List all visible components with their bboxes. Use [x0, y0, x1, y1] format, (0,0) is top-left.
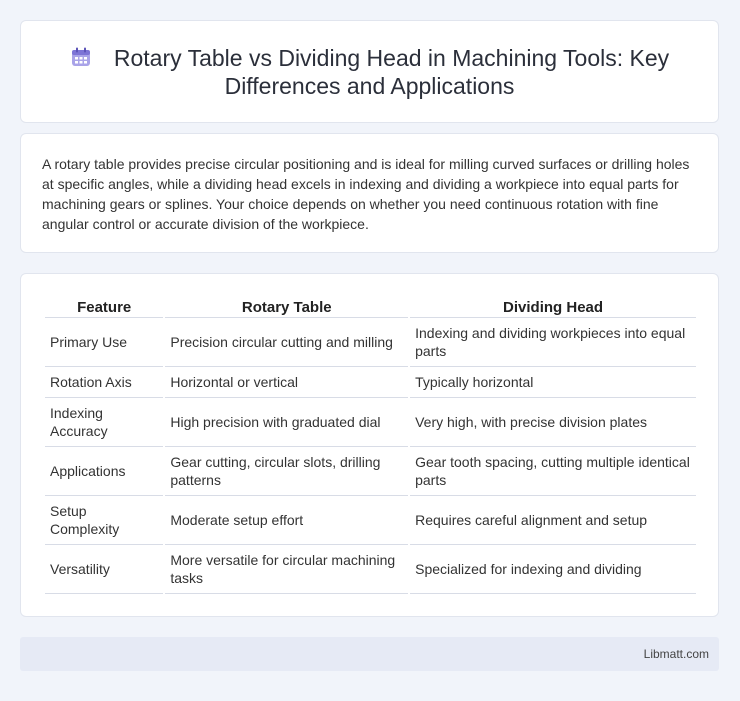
page-title-wrap: Rotary Table vs Dividing Head in Machini…	[21, 44, 718, 100]
table-cell-rotary-table: More versatile for circular machining ta…	[165, 545, 409, 594]
table-cell-feature: Versatility	[45, 545, 164, 594]
table-header-row: Feature Rotary Table Dividing Head	[45, 296, 696, 318]
table-cell-rotary-table: Gear cutting, circular slots, drilling p…	[165, 447, 409, 496]
comparison-card: Feature Rotary Table Dividing Head Prima…	[20, 273, 719, 617]
column-header-feature: Feature	[45, 296, 164, 318]
table-cell-dividing-head: Very high, with precise division plates	[410, 398, 696, 447]
table-cell-rotary-table: Precision circular cutting and milling	[165, 318, 409, 367]
table-row: Setup Complexity Moderate setup effort R…	[45, 496, 696, 545]
table-cell-feature: Primary Use	[45, 318, 164, 367]
table-cell-dividing-head: Gear tooth spacing, cutting multiple ide…	[410, 447, 696, 496]
table-cell-rotary-table: Horizontal or vertical	[165, 367, 409, 398]
page-title: Rotary Table vs Dividing Head in Machini…	[113, 45, 670, 99]
table-cell-feature: Setup Complexity	[45, 496, 164, 545]
column-header-rotary-table: Rotary Table	[165, 296, 409, 318]
table-row: Indexing Accuracy High precision with gr…	[45, 398, 696, 447]
intro-paragraph: A rotary table provides precise circular…	[42, 156, 690, 232]
table-row: Versatility More versatile for circular …	[45, 545, 696, 594]
calendar-icon	[71, 47, 90, 66]
table-cell-feature: Applications	[45, 447, 164, 496]
table-cell-rotary-table: High precision with graduated dial	[165, 398, 409, 447]
table-cell-rotary-table: Moderate setup effort	[165, 496, 409, 545]
table-row: Applications Gear cutting, circular slot…	[45, 447, 696, 496]
header-card: Rotary Table vs Dividing Head in Machini…	[20, 20, 719, 123]
table-cell-dividing-head: Typically horizontal	[410, 367, 696, 398]
table-cell-feature: Indexing Accuracy	[45, 398, 164, 447]
table-row: Rotation Axis Horizontal or vertical Typ…	[45, 367, 696, 398]
table-cell-feature: Rotation Axis	[45, 367, 164, 398]
column-header-dividing-head: Dividing Head	[410, 296, 696, 318]
table-cell-dividing-head: Indexing and dividing workpieces into eq…	[410, 318, 696, 367]
table-cell-dividing-head: Requires careful alignment and setup	[410, 496, 696, 545]
table-cell-dividing-head: Specialized for indexing and dividing	[410, 545, 696, 594]
footer-site-link[interactable]: Libmatt.com	[644, 647, 709, 661]
footer-bar: Libmatt.com	[20, 637, 719, 671]
table-row: Primary Use Precision circular cutting a…	[45, 318, 696, 367]
intro-card: A rotary table provides precise circular…	[20, 133, 719, 253]
comparison-table: Feature Rotary Table Dividing Head Prima…	[43, 296, 698, 594]
